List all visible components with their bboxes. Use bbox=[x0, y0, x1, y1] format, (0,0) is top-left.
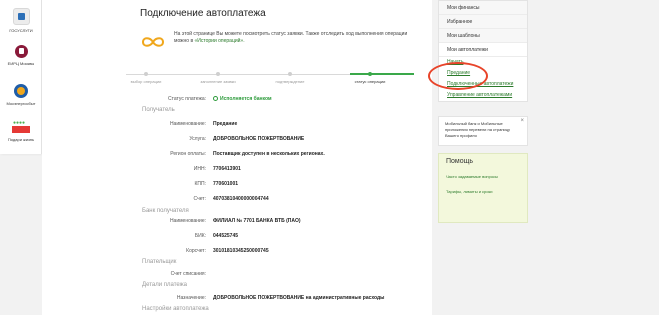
inn-value: 7706413901 bbox=[213, 166, 241, 172]
help-link-faq[interactable]: Часто задаваемые вопросы bbox=[446, 174, 520, 180]
close-icon[interactable]: × bbox=[520, 118, 524, 124]
status-value: Исполняется банком bbox=[213, 96, 272, 102]
bank-name-label: Наименование: bbox=[169, 218, 206, 224]
step-label: статус операции bbox=[354, 79, 386, 84]
corr-value: 30101810345250000745 bbox=[213, 248, 269, 254]
service-value: ДОБРОВОЛЬНОЕ ПОЖЕРТВОВАНИЕ bbox=[213, 136, 305, 142]
eirc-icon bbox=[14, 45, 28, 58]
account-value: 40703810400000004744 bbox=[213, 196, 269, 202]
section-settings: Настройки автоплатежа bbox=[142, 306, 209, 312]
page-title: Подключение автоплатежа bbox=[140, 8, 266, 19]
name-value: Предание bbox=[213, 121, 238, 127]
corr-label: Корсчет: bbox=[186, 248, 206, 254]
shortcut-mosenergosbyt[interactable]: Мосэнергосбыт bbox=[0, 84, 42, 106]
main-content: Подключение автоплатежа На этой странице… bbox=[42, 0, 432, 315]
kpp-label: КПП: bbox=[194, 181, 207, 187]
account-label: Счет: bbox=[193, 196, 206, 202]
step-2: заполнение заявки bbox=[188, 70, 248, 84]
step-label: выбор операции bbox=[130, 79, 162, 84]
progress-steps: выбор операции заполнение заявки подтвер… bbox=[126, 70, 414, 84]
bank-name-value: ФИЛИАЛ № 7701 БАНКА ВТБ (ПАО) bbox=[213, 218, 301, 224]
step-label: подтверждение bbox=[275, 79, 305, 84]
section-payer: Плательщик bbox=[142, 259, 177, 265]
gosuslugi-icon bbox=[12, 8, 30, 25]
section-recipient: Получатель bbox=[142, 107, 175, 113]
highlight-oval bbox=[428, 62, 488, 90]
step-label: заполнение заявки bbox=[200, 79, 236, 84]
infinity-icon bbox=[141, 37, 165, 47]
notice-text: Мобильный банк и Мобильные приложения пе… bbox=[445, 121, 511, 138]
help-link-tariffs[interactable]: Тарифы, лимиты и сроки bbox=[446, 189, 520, 195]
section-details: Детали платежа bbox=[142, 282, 187, 288]
step-1: выбор операции bbox=[116, 70, 176, 84]
podari-zhizn-icon: ●●●● bbox=[12, 120, 30, 134]
check-icon bbox=[213, 96, 218, 101]
sidebar-item-favorites[interactable]: Избранное bbox=[439, 15, 527, 29]
intro-text: На этой странице Вы можете посмотреть ст… bbox=[174, 31, 414, 45]
shortcut-gosuslugi[interactable]: ГОСУСЛУГИ bbox=[0, 8, 42, 33]
region-label: Регион оплаты: bbox=[170, 151, 206, 157]
debit-label: Счет списания: bbox=[170, 271, 206, 277]
sidebar-item-my-finances[interactable]: Мои финансы bbox=[439, 1, 527, 15]
step-4: статус операции bbox=[340, 70, 400, 84]
sidebar-item-my-templates[interactable]: Мои шаблоны bbox=[439, 29, 527, 43]
bik-label: БИК: bbox=[194, 233, 206, 239]
help-panel: Помощь Часто задаваемые вопросы Тарифы, … bbox=[438, 153, 528, 223]
sidebar-subitem-manage-autopayments[interactable]: Управление автоплатежами bbox=[439, 90, 527, 101]
purpose-label: Назначение: bbox=[176, 295, 206, 301]
service-label: Услуга: bbox=[189, 136, 206, 142]
shortcut-eirc[interactable]: ЕИРЦ Москвы bbox=[0, 45, 42, 66]
region-value: Поставщик доступен в нескольких регионах… bbox=[213, 151, 325, 157]
status-text: Исполняется банком bbox=[220, 96, 272, 102]
name-label: Наименование: bbox=[169, 121, 206, 127]
help-title: Помощь bbox=[446, 158, 474, 165]
shortcut-label: Мосэнергосбыт bbox=[6, 101, 36, 106]
inn-label: ИНН: bbox=[193, 166, 206, 172]
bik-value: 044525745 bbox=[213, 233, 239, 239]
step-3: подтверждение bbox=[260, 70, 320, 84]
shortcut-label: ЕИРЦ Москвы bbox=[7, 61, 35, 66]
kpp-value: 770601001 bbox=[213, 181, 239, 187]
purpose-value: ДОБРОВОЛЬНОЕ ПОЖЕРТВОВАНИЕ на администра… bbox=[213, 295, 385, 301]
mosenergosbyt-icon bbox=[14, 84, 28, 98]
status-label: Статус платежа: bbox=[168, 96, 206, 102]
shortcut-label: ГОСУСЛУГИ bbox=[9, 28, 33, 33]
shortcut-label: Подари жизнь bbox=[7, 137, 35, 142]
shortcut-podari-zhizn[interactable]: ●●●● Подари жизнь bbox=[0, 120, 42, 143]
section-bank: Банк получателя bbox=[142, 208, 189, 214]
history-link[interactable]: «Истории операций». bbox=[194, 38, 244, 44]
shortcuts-panel: ГОСУСЛУГИ ЕИРЦ Москвы Мосэнергосбыт ●●●●… bbox=[0, 0, 42, 154]
sidebar-item-my-autopayments[interactable]: Мои автоплатежи bbox=[439, 43, 527, 57]
mobile-bank-notice: × Мобильный банк и Мобильные приложения … bbox=[438, 116, 528, 146]
